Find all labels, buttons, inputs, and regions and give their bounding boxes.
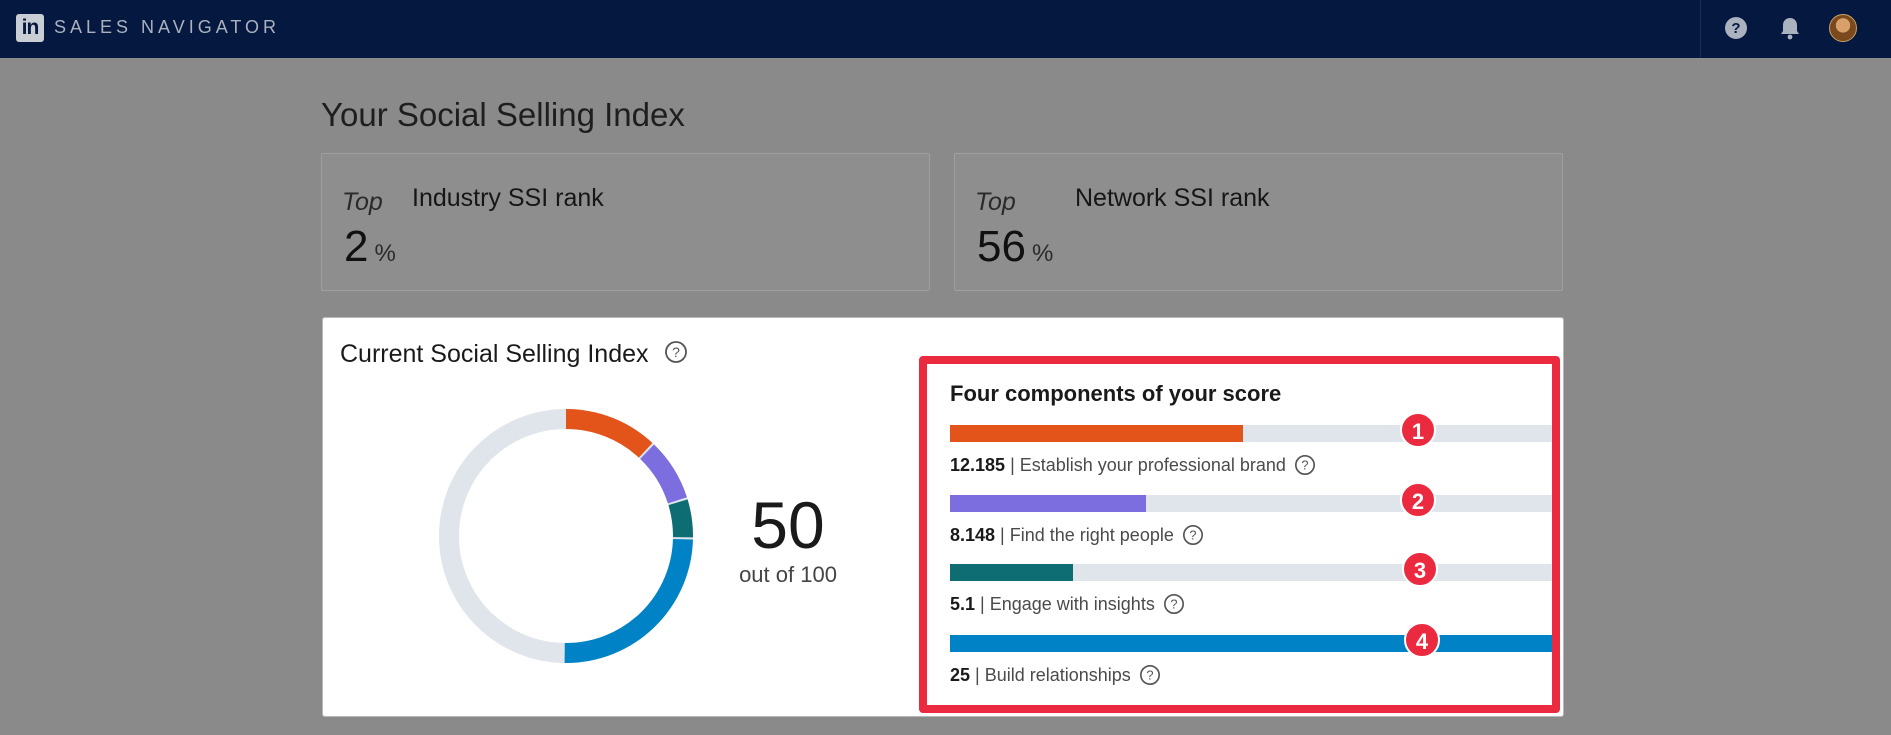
- components-title: Four components of your score: [950, 381, 1282, 406]
- component-name: Establish your professional brand: [1019, 455, 1286, 475]
- rank-number: 2: [344, 222, 369, 271]
- component-name: Find the right people: [1009, 525, 1174, 545]
- annotation-badge: 2: [1400, 482, 1436, 518]
- avatar[interactable]: [1829, 14, 1857, 42]
- rank-number: 56: [977, 222, 1026, 271]
- help-circle-icon[interactable]: ?: [1294, 454, 1316, 476]
- score-components-panel: Four components of your score 1 12.185 |…: [919, 356, 1560, 713]
- component-name: Engage with insights: [989, 594, 1155, 614]
- component-label: 25 | Build relationships?: [950, 664, 1161, 686]
- network-rank-card: Top Network SSI rank 56%: [954, 153, 1563, 291]
- component-bar-track: [950, 425, 1552, 442]
- svg-text:?: ?: [1170, 596, 1177, 611]
- brand-name[interactable]: SALES NAVIGATOR: [54, 17, 280, 38]
- component-label: 8.148 | Find the right people?: [950, 524, 1204, 546]
- ssi-title: Current Social Selling Index: [340, 340, 649, 368]
- svg-text:?: ?: [1731, 20, 1740, 37]
- component-value: 8.148: [950, 525, 996, 545]
- rank-title: Network SSI rank: [1075, 184, 1270, 212]
- component-label: 5.1 | Engage with insights?: [950, 593, 1185, 615]
- linkedin-logo[interactable]: in: [16, 14, 44, 42]
- help-circle-icon[interactable]: ?: [664, 340, 688, 364]
- component-bar-fill: [950, 564, 1073, 581]
- component-label: 12.185 | Establish your professional bra…: [950, 454, 1316, 476]
- ssi-donut-chart: [439, 409, 693, 663]
- component-bar-fill: [950, 425, 1244, 442]
- rank-value: 56%: [977, 222, 1053, 272]
- component-bar-track: [950, 495, 1552, 512]
- svg-text:?: ?: [1189, 527, 1196, 542]
- rank-title: Industry SSI rank: [412, 184, 604, 212]
- rank-prefix: Top: [975, 188, 1016, 216]
- annotation-badge: 1: [1400, 412, 1436, 448]
- annotation-badge: 4: [1404, 622, 1440, 658]
- top-nav-bar: in SALES NAVIGATOR ?: [0, 0, 1891, 58]
- help-circle-icon[interactable]: ?: [1182, 524, 1204, 546]
- page-title: Your Social Selling Index: [321, 96, 685, 133]
- help-circle-icon[interactable]: ?: [1139, 664, 1161, 686]
- rank-unit: %: [374, 240, 396, 267]
- component-value: 12.185: [950, 455, 1006, 475]
- annotation-badge: 3: [1402, 551, 1438, 587]
- component-value: 5.1: [950, 594, 976, 614]
- industry-rank-card: Top Industry SSI rank 2%: [321, 153, 930, 291]
- component-name: Build relationships: [984, 665, 1131, 685]
- rank-value: 2%: [344, 222, 396, 272]
- svg-text:?: ?: [672, 344, 680, 360]
- svg-text:?: ?: [1301, 457, 1308, 472]
- nav-divider: [1700, 0, 1701, 58]
- ssi-score: 50: [751, 488, 825, 562]
- svg-text:?: ?: [1146, 667, 1153, 682]
- rank-unit: %: [1031, 240, 1054, 267]
- rank-prefix: Top: [342, 188, 383, 216]
- help-circle-icon[interactable]: ?: [1163, 593, 1185, 615]
- component-bar-fill: [950, 635, 1552, 652]
- ssi-score-subtext: out of 100: [739, 562, 837, 587]
- help-icon[interactable]: ?: [1723, 15, 1749, 41]
- bell-icon[interactable]: [1777, 15, 1803, 41]
- component-bar-fill: [950, 495, 1147, 512]
- component-bar-track: [950, 635, 1552, 652]
- component-bar-track: [950, 564, 1552, 581]
- component-value: 25: [950, 665, 971, 685]
